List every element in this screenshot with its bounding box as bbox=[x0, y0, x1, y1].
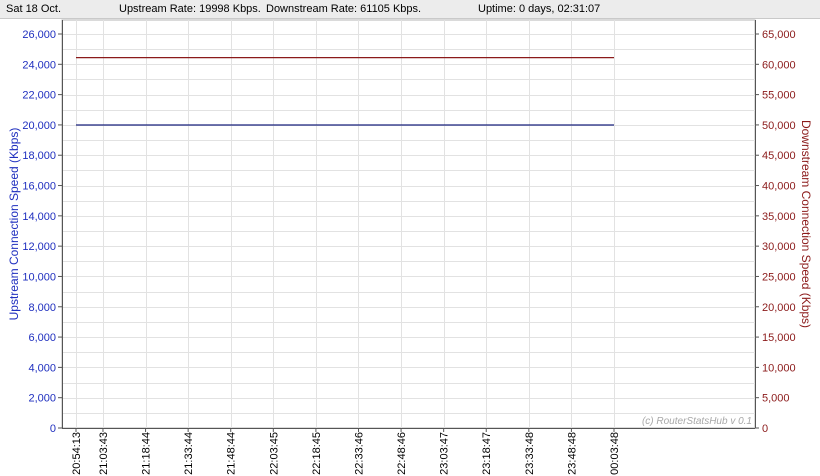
left-tick-label: 4,000 bbox=[28, 362, 56, 374]
right-tick-label: 25,000 bbox=[762, 271, 796, 283]
left-tick-label: 22,000 bbox=[22, 90, 56, 102]
right-tick-label: 35,000 bbox=[762, 211, 796, 223]
x-tick-label: 23:03:47 bbox=[439, 432, 451, 475]
left-tick-label: 0 bbox=[50, 423, 56, 435]
right-tick-label: 40,000 bbox=[762, 181, 796, 193]
right-tick-label: 55,000 bbox=[762, 90, 796, 102]
left-tick-label: 18,000 bbox=[22, 150, 56, 162]
right-tick-label: 0 bbox=[762, 423, 768, 435]
x-tick-label: 23:48:48 bbox=[566, 432, 578, 475]
left-tick-label: 10,000 bbox=[22, 271, 56, 283]
plot-area bbox=[61, 19, 756, 429]
x-tick-label: 22:18:45 bbox=[311, 432, 323, 475]
x-tick-label: 22:03:45 bbox=[268, 432, 280, 475]
right-tick-label: 50,000 bbox=[762, 120, 796, 132]
right-tick-label: 65,000 bbox=[762, 29, 796, 41]
x-tick-label: 23:33:48 bbox=[524, 432, 536, 475]
x-tick-label: 21:33:44 bbox=[183, 432, 195, 475]
left-tick-label: 16,000 bbox=[22, 181, 56, 193]
left-tick-label: 20,000 bbox=[22, 120, 56, 132]
x-tick-label: 22:48:46 bbox=[396, 432, 408, 475]
x-tick-label: 21:48:44 bbox=[226, 432, 238, 475]
x-tick-label: 23:18:47 bbox=[481, 432, 493, 475]
left-tick-label: 8,000 bbox=[28, 302, 56, 314]
x-tick-label: 20:54:13 bbox=[71, 432, 83, 475]
left-tick-label: 26,000 bbox=[22, 29, 56, 41]
right-tick-label: 20,000 bbox=[762, 302, 796, 314]
right-axis-title: Downstream Connection Speed (Kbps) bbox=[799, 120, 813, 328]
right-tick-label: 45,000 bbox=[762, 150, 796, 162]
x-tick-label: 22:33:46 bbox=[353, 432, 365, 475]
x-tick-label: 00:03:48 bbox=[609, 432, 621, 475]
watermark-text: (c) RouterStatsHub v 0.1 bbox=[642, 416, 752, 427]
x-tick-label: 21:03:43 bbox=[98, 432, 110, 475]
right-tick-label: 5,000 bbox=[762, 393, 790, 405]
left-tick-label: 24,000 bbox=[22, 59, 56, 71]
right-tick-label: 30,000 bbox=[762, 241, 796, 253]
right-tick-label: 15,000 bbox=[762, 332, 796, 344]
x-tick-label: 21:18:44 bbox=[141, 432, 153, 475]
connection-speed-chart: 0 2,000 4,000 6,000 8,000 10,000 12,000 14,000 1… bbox=[7, 19, 813, 475]
left-tick-label: 6,000 bbox=[28, 332, 56, 344]
right-tick-label: 10,000 bbox=[762, 362, 796, 374]
left-tick-label: 12,000 bbox=[22, 241, 56, 253]
left-tick-label: 14,000 bbox=[22, 211, 56, 223]
left-tick-label: 2,000 bbox=[28, 393, 56, 405]
right-tick-label: 60,000 bbox=[762, 59, 796, 71]
left-axis-title: Upstream Connection Speed (Kbps) bbox=[7, 128, 21, 321]
